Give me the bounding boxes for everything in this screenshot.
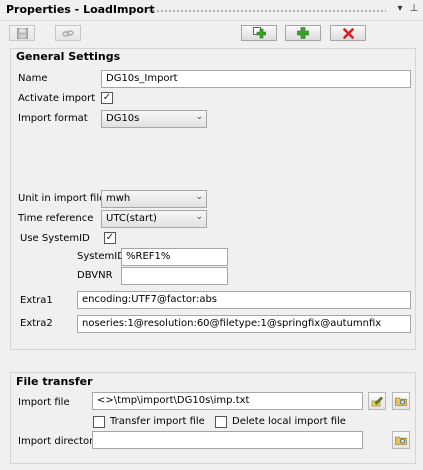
pencil-icon (371, 396, 383, 407)
add-copy-button[interactable] (241, 25, 277, 41)
save-icon (16, 27, 28, 39)
time-reference-value: UTC(start) (106, 213, 157, 224)
import-file-label: Import file (18, 397, 70, 408)
use-systemid-checkbox[interactable]: ✓ (104, 232, 116, 244)
transfer-import-file-label: Transfer import file (110, 416, 205, 427)
window-title: Properties - LoadImport (6, 3, 155, 16)
import-directory-input[interactable] (92, 431, 363, 449)
folder-search-icon (395, 436, 407, 445)
unit-value: mwh (106, 193, 131, 204)
extra2-input[interactable]: noseries:1@resolution:60@filetype:1@spri… (77, 315, 411, 333)
activate-import-label: Activate import (18, 93, 96, 104)
unit-label: Unit in import file (18, 193, 106, 204)
checkmark-icon: ✓ (105, 232, 115, 243)
delete-local-import-file-checkbox[interactable] (215, 416, 227, 428)
add-icon (297, 27, 309, 39)
add-button[interactable] (285, 25, 321, 41)
import-file-input[interactable]: <>\tmp\import\DG10s\imp.txt (92, 392, 363, 410)
name-label: Name (18, 73, 48, 84)
name-input[interactable]: DG10s_Import (101, 70, 411, 88)
systemid-label: SystemID (77, 251, 125, 262)
folder-search-icon (395, 397, 407, 406)
systemid-input[interactable]: %REF1% (121, 248, 228, 266)
time-reference-label: Time reference (18, 213, 94, 224)
import-format-select[interactable]: DG10s ⌄ (101, 110, 207, 128)
use-systemid-label: Use SystemID (20, 233, 90, 244)
extra2-label: Extra2 (20, 318, 53, 329)
delete-local-import-file-label: Delete local import file (232, 416, 346, 427)
delete-icon (342, 27, 354, 39)
extra1-label: Extra1 (20, 295, 53, 306)
activate-import-checkbox[interactable]: ✓ (101, 92, 113, 104)
chevron-down-icon: ⌄ (195, 112, 203, 122)
dbvnr-label: DBVNR (77, 270, 113, 281)
delete-button[interactable] (330, 25, 366, 41)
browse-file-button[interactable] (392, 392, 410, 410)
save-button[interactable] (9, 25, 35, 41)
extra1-input[interactable]: encoding:UTF7@factor:abs (77, 291, 411, 309)
pin-icon[interactable]: ⊥ (407, 2, 421, 16)
import-format-value: DG10s (106, 113, 140, 124)
transfer-import-file-checkbox[interactable] (93, 416, 105, 428)
link-button[interactable] (55, 25, 81, 41)
add-copy-icon (252, 26, 266, 38)
time-reference-select[interactable]: UTC(start) ⌄ (101, 210, 207, 228)
import-format-label: Import format (18, 113, 88, 124)
chevron-down-icon: ⌄ (195, 192, 203, 202)
drag-grip[interactable] (148, 9, 386, 14)
dbvnr-input[interactable] (121, 267, 228, 285)
window-menu-icon[interactable]: ▾ (393, 2, 407, 16)
edit-file-button[interactable] (368, 392, 386, 410)
file-transfer-title: File transfer (16, 375, 93, 388)
general-settings-title: General Settings (16, 50, 121, 63)
chevron-down-icon: ⌄ (195, 212, 203, 222)
checkmark-icon: ✓ (102, 92, 112, 103)
import-directory-label: Import directory (18, 436, 100, 447)
unit-select[interactable]: mwh ⌄ (101, 190, 207, 208)
link-icon (62, 29, 74, 37)
title-bar: Properties - LoadImport ▾ ⊥ (0, 0, 423, 21)
browse-directory-button[interactable] (392, 431, 410, 449)
